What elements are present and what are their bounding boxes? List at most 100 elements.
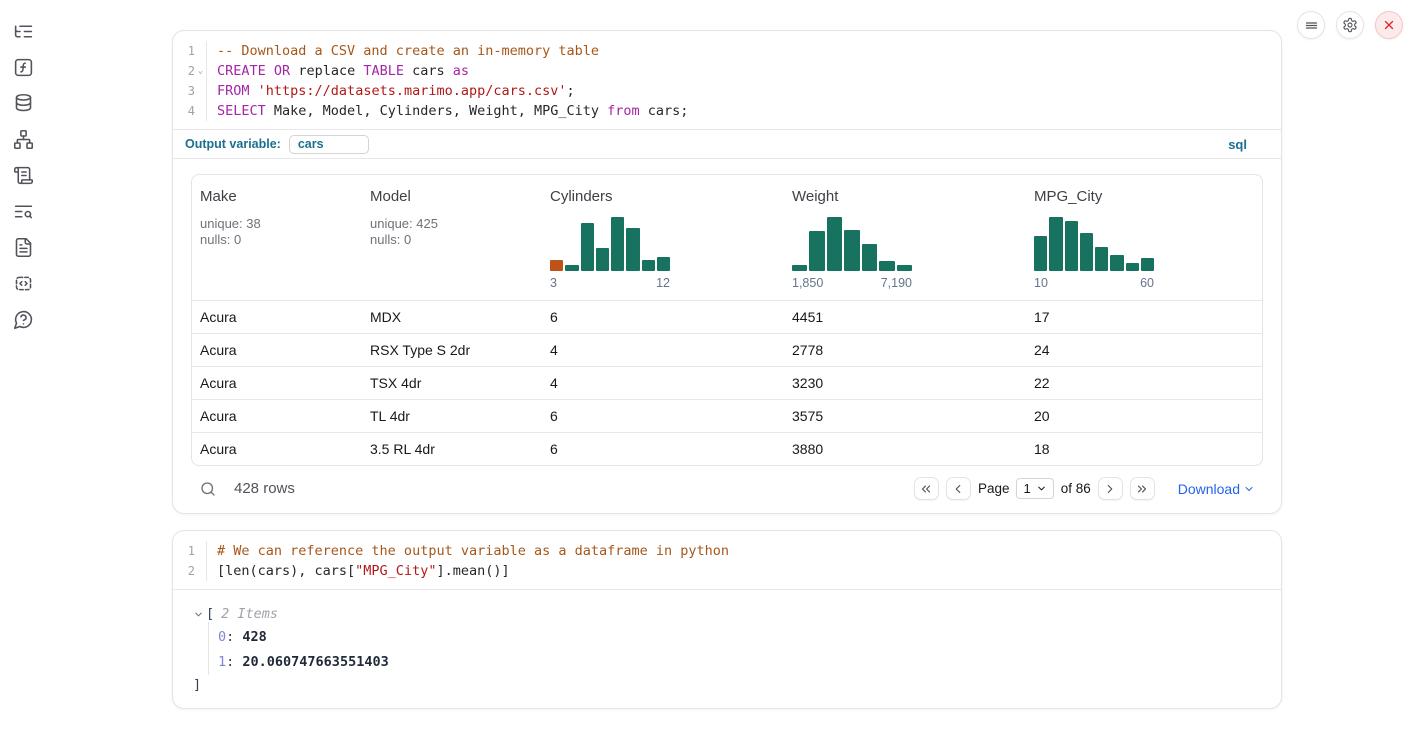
- histogram-bar: [611, 217, 624, 271]
- histogram-bar: [626, 228, 639, 271]
- tree-entry: 1: 20.060747663551403: [218, 654, 1281, 670]
- table-cell: 24: [1026, 334, 1262, 366]
- histogram-bar: [1126, 263, 1139, 271]
- sql-cell: 1-- Download a CSV and create an in-memo…: [172, 30, 1282, 514]
- histogram-bar: [1141, 258, 1154, 271]
- prev-page-button[interactable]: [946, 477, 971, 500]
- histogram-bar: [1049, 217, 1062, 271]
- output-tree: [ 2 Items 0: 4281: 20.060747663551403 ]: [173, 589, 1281, 708]
- line-number: 1: [188, 541, 195, 561]
- tree-collapse-icon[interactable]: [193, 609, 204, 620]
- dependency-graph-icon[interactable]: [13, 129, 34, 150]
- histogram-bar: [809, 231, 824, 271]
- table-cell: TL 4dr: [362, 400, 542, 432]
- line-number: 4: [188, 101, 195, 121]
- settings-button[interactable]: [1336, 11, 1364, 39]
- histogram-bar: [1065, 221, 1078, 271]
- logs-icon[interactable]: [13, 201, 34, 222]
- histogram-bar: [596, 248, 609, 271]
- line-number: 2: [188, 561, 195, 581]
- table-body: AcuraMDX6445117AcuraRSX Type S 2dr427782…: [192, 300, 1262, 465]
- table-cell: Acura: [192, 301, 362, 333]
- table-cell: 3880: [784, 433, 1026, 465]
- histogram-bar: [844, 230, 859, 271]
- histogram-min-label: 10: [1034, 275, 1048, 291]
- python-code-editor[interactable]: 1 # We can reference the output variable …: [173, 531, 1281, 589]
- table-cell: RSX Type S 2dr: [362, 334, 542, 366]
- table-footer: 428 rows Page 1 of 86 Download: [173, 466, 1281, 513]
- column-histogram: 10 60: [1034, 217, 1154, 291]
- first-page-button[interactable]: [914, 477, 939, 500]
- search-icon[interactable]: [199, 480, 217, 498]
- snippets-icon[interactable]: [13, 273, 34, 294]
- sidebar: [0, 0, 46, 729]
- histogram-bar: [879, 261, 894, 271]
- table-cell: 20: [1026, 400, 1262, 432]
- table-cell: 18: [1026, 433, 1262, 465]
- code-text: SELECT Make, Model, Cylinders, Weight, M…: [207, 101, 688, 121]
- table-row: Acura3.5 RL 4dr6388018: [192, 432, 1262, 465]
- download-button[interactable]: Download: [1178, 481, 1255, 497]
- row-count: 428 rows: [234, 480, 295, 497]
- table-cell: TSX 4dr: [362, 367, 542, 399]
- last-page-button[interactable]: [1130, 477, 1155, 500]
- language-badge: sql: [1228, 137, 1247, 152]
- sql-code-editor[interactable]: 1-- Download a CSV and create an in-memo…: [173, 31, 1281, 129]
- column-header-make[interactable]: Make unique: 38nulls: 0: [192, 175, 362, 300]
- fold-toggle-icon[interactable]: ⌄: [195, 61, 206, 81]
- output-variable-input[interactable]: [289, 135, 369, 154]
- histogram-bar: [550, 260, 563, 271]
- code-text: CREATE OR replace TABLE cars as: [207, 61, 469, 81]
- column-name: Make: [200, 188, 354, 206]
- table-row: AcuraTSX 4dr4323022: [192, 366, 1262, 399]
- code-line: 1 # We can reference the output variable …: [173, 541, 1281, 561]
- column-stats: unique: 38nulls: 0: [200, 216, 354, 248]
- close-button[interactable]: [1375, 11, 1403, 39]
- file-explorer-icon[interactable]: [13, 21, 34, 42]
- table-cell: 4: [542, 367, 784, 399]
- table-cell: 6: [542, 400, 784, 432]
- table-cell: 3575: [784, 400, 1026, 432]
- menu-button[interactable]: [1297, 11, 1325, 39]
- table-cell: MDX: [362, 301, 542, 333]
- next-page-button[interactable]: [1098, 477, 1123, 500]
- documentation-icon[interactable]: [13, 237, 34, 258]
- table-row: AcuraMDX6445117: [192, 300, 1262, 333]
- column-header-mpg_city[interactable]: MPG_City 10 60: [1026, 175, 1262, 300]
- data-sources-icon[interactable]: [13, 93, 34, 114]
- histogram-bar: [657, 257, 670, 271]
- tree-close-bracket: ]: [193, 676, 1281, 694]
- column-name: MPG_City: [1034, 188, 1254, 206]
- help-icon[interactable]: [13, 309, 34, 330]
- code-line: 2⌄CREATE OR replace TABLE cars as: [173, 61, 1281, 81]
- scratchpad-icon[interactable]: [13, 165, 34, 186]
- histogram-max-label: 7,190: [881, 275, 912, 291]
- column-header-model[interactable]: Modelunique: 425nulls: 0: [362, 175, 542, 300]
- code-text: # We can reference the output variable a…: [207, 541, 729, 561]
- topbar: [1297, 11, 1403, 39]
- column-name: Cylinders: [550, 188, 776, 206]
- column-name: Weight: [792, 188, 1018, 206]
- page-select[interactable]: 1: [1016, 478, 1053, 499]
- histogram-min-label: 1,850: [792, 275, 823, 291]
- pagination: Page 1 of 86 Download: [914, 477, 1255, 500]
- table-cell: 3.5 RL 4dr: [362, 433, 542, 465]
- data-table: Make unique: 38nulls: 0Modelunique: 425nu…: [191, 174, 1263, 466]
- table-cell: Acura: [192, 334, 362, 366]
- column-stats: unique: 425nulls: 0: [370, 216, 534, 248]
- functions-icon[interactable]: [13, 57, 34, 78]
- table-cell: 4451: [784, 301, 1026, 333]
- column-header-weight[interactable]: Weight 1,850 7,190: [784, 175, 1026, 300]
- table-cell: 6: [542, 433, 784, 465]
- code-line: 1-- Download a CSV and create an in-memo…: [173, 41, 1281, 61]
- table-cell: 22: [1026, 367, 1262, 399]
- table-row: AcuraRSX Type S 2dr4277824: [192, 333, 1262, 366]
- histogram-max-label: 60: [1140, 275, 1154, 291]
- column-header-cylinders[interactable]: Cylinders 312: [542, 175, 784, 300]
- table-cell: Acura: [192, 400, 362, 432]
- table-cell: 6: [542, 301, 784, 333]
- histogram-bar: [792, 265, 807, 271]
- histogram-min-label: 3: [550, 275, 557, 291]
- histogram-bar: [1034, 236, 1047, 271]
- column-histogram: 312: [550, 217, 670, 291]
